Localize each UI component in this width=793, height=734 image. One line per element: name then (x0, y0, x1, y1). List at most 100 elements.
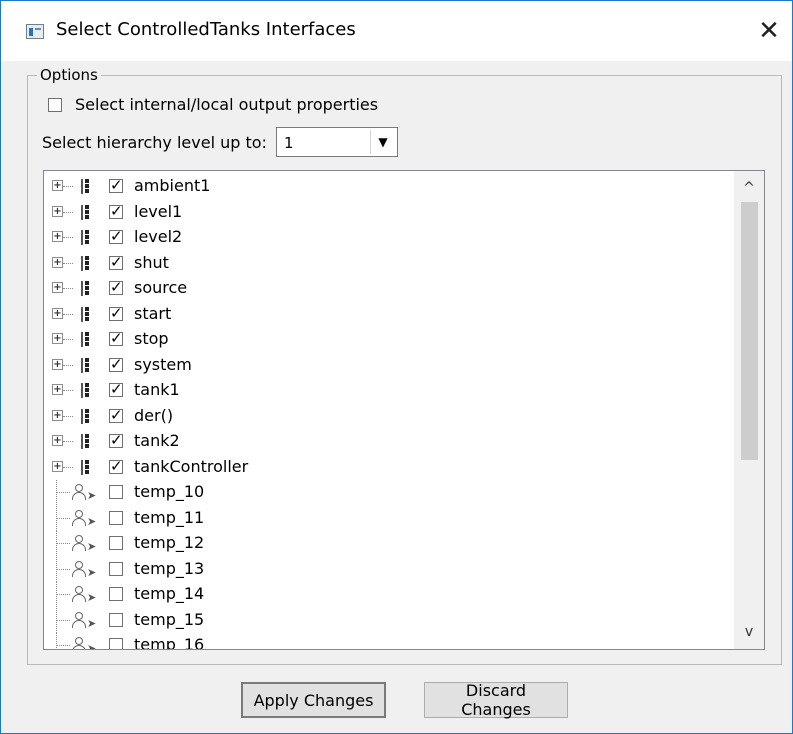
row-checkbox[interactable] (109, 304, 123, 322)
row-label: temp_13 (134, 558, 205, 578)
tree-row[interactable]: ➤ temp_11 (44, 505, 734, 531)
title-bar: Select ControlledTanks Interfaces ✕ (1, 1, 792, 61)
apply-changes-button[interactable]: Apply Changes (241, 682, 386, 718)
internal-output-checkbox[interactable] (48, 98, 62, 112)
expand-icon[interactable]: + (52, 409, 63, 421)
options-group-label: Options (37, 66, 101, 84)
tree-row[interactable]: ➤ temp_13 (44, 556, 734, 582)
row-label: stop (134, 329, 169, 348)
hierarchy-node-icon (80, 383, 92, 398)
row-label: level1 (134, 201, 183, 221)
tree-connector (63, 186, 73, 187)
row-checkbox[interactable] (109, 457, 123, 475)
tree-row[interactable]: + tankController (44, 455, 734, 480)
tree-row[interactable]: + ambient1 (44, 174, 734, 199)
hierarchy-level-select[interactable]: 1 ▼ (276, 127, 398, 157)
tree-connector (56, 633, 57, 649)
scroll-thumb[interactable] (741, 202, 758, 460)
tree-connector (63, 364, 73, 366)
row-checkbox[interactable] (109, 431, 123, 449)
tree-row[interactable]: ➤ temp_16 (44, 633, 734, 650)
scroll-up-icon[interactable]: ^ (734, 175, 764, 201)
hierarchy-node-icon (80, 459, 92, 475)
expand-icon[interactable]: + (52, 231, 63, 242)
output-property-icon: ➤ (72, 560, 98, 578)
row-label: level2 (134, 227, 183, 246)
tree-row[interactable]: + tank2 (44, 429, 734, 454)
row-checkbox[interactable] (109, 587, 123, 601)
expand-icon[interactable]: + (52, 384, 63, 395)
hierarchy-node-icon (80, 408, 92, 424)
row-checkbox[interactable] (109, 253, 123, 271)
row-label: temp_11 (134, 507, 205, 527)
tree-connector (56, 568, 70, 570)
row-label: tankController (134, 456, 249, 476)
tree-connector (56, 492, 70, 493)
tree-row[interactable]: + start (44, 302, 734, 327)
row-checkbox[interactable] (109, 278, 123, 296)
tree-row[interactable]: + stop (44, 327, 734, 352)
output-property-icon: ➤ (72, 509, 98, 527)
hierarchy-node-icon (80, 204, 92, 220)
dropdown-arrow-icon[interactable]: ▼ (370, 130, 395, 154)
tree-connector (63, 211, 73, 213)
tree-row[interactable]: + shut (44, 251, 734, 276)
row-label: ambient1 (134, 176, 211, 195)
row-checkbox[interactable] (109, 612, 123, 627)
tree-connector (63, 441, 73, 442)
hierarchy-node-icon (80, 230, 92, 245)
discard-changes-button[interactable]: Discard Changes (424, 681, 568, 719)
output-property-icon: ➤ (72, 611, 98, 629)
row-label: temp_14 (134, 584, 205, 603)
row-checkbox[interactable] (109, 202, 123, 220)
tree-row[interactable]: + level2 (44, 225, 734, 250)
row-checkbox[interactable] (109, 536, 123, 550)
row-checkbox[interactable] (109, 638, 123, 649)
tree-row[interactable]: ➤ temp_15 (44, 607, 734, 633)
hierarchy-level-value: 1 (284, 134, 294, 152)
tree-scrollbar[interactable]: ^ v (734, 171, 764, 649)
tree-row[interactable]: ➤ temp_10 (44, 480, 734, 505)
close-button[interactable]: ✕ (746, 9, 792, 53)
tree-connector (56, 517, 70, 519)
expand-icon[interactable]: + (52, 205, 63, 217)
expand-icon[interactable]: + (52, 333, 63, 344)
row-label: temp_16 (134, 635, 205, 650)
expand-icon[interactable]: + (52, 358, 63, 370)
expand-icon[interactable]: + (52, 307, 63, 319)
scroll-down-icon[interactable]: v (734, 619, 764, 645)
output-property-icon: ➤ (72, 637, 98, 649)
tree-connector (63, 466, 73, 468)
row-label: temp_15 (134, 609, 205, 629)
interface-tree[interactable]: + ambient1 + level1 + level2 + shut + source + star… (43, 170, 765, 650)
expand-icon[interactable]: + (52, 256, 63, 268)
hierarchy-node-icon (80, 332, 92, 347)
hierarchy-node-icon (80, 255, 92, 271)
row-label: system (134, 354, 192, 374)
tree-row[interactable]: ➤ temp_14 (44, 582, 734, 607)
row-checkbox[interactable] (109, 485, 123, 499)
output-property-icon: ➤ (72, 586, 98, 603)
tree-row[interactable]: + level1 (44, 200, 734, 225)
tree-row[interactable]: + der() (44, 404, 734, 429)
expand-icon[interactable]: + (52, 460, 63, 472)
tree-row[interactable]: ➤ temp_12 (44, 531, 734, 556)
row-checkbox[interactable] (109, 227, 123, 245)
tree-connector (56, 619, 70, 621)
expand-icon[interactable]: + (52, 180, 63, 191)
row-checkbox[interactable] (109, 380, 123, 398)
row-checkbox[interactable] (109, 561, 123, 576)
tree-connector (63, 262, 73, 264)
expand-icon[interactable]: + (52, 435, 63, 446)
row-checkbox[interactable] (109, 329, 123, 347)
row-label: tank2 (134, 431, 180, 450)
hierarchy-node-icon (80, 179, 92, 194)
tree-row[interactable]: + system (44, 353, 734, 378)
row-checkbox[interactable] (109, 510, 123, 525)
row-checkbox[interactable] (109, 355, 123, 373)
row-checkbox[interactable] (109, 406, 123, 424)
expand-icon[interactable]: + (52, 282, 63, 293)
row-checkbox[interactable] (109, 176, 123, 194)
tree-row[interactable]: + tank1 (44, 378, 734, 403)
tree-row[interactable]: + source (44, 276, 734, 301)
